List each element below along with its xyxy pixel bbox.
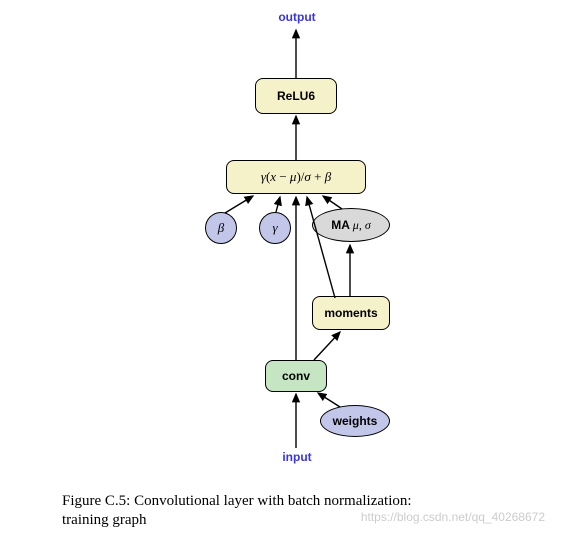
gamma-symbol: γ bbox=[272, 220, 277, 236]
relu6-node: ReLU6 bbox=[255, 78, 337, 114]
ma-text: MA μ, σ bbox=[331, 218, 371, 233]
moments-text: moments bbox=[324, 306, 377, 320]
bn-formula: γ(x − μ)/σ + β bbox=[261, 169, 331, 185]
batchnorm-formula-node: γ(x − μ)/σ + β bbox=[226, 160, 366, 194]
conv-node: conv bbox=[265, 360, 327, 392]
relu6-text: ReLU6 bbox=[277, 89, 315, 103]
input-label: input bbox=[272, 450, 322, 464]
weights-text: weights bbox=[333, 414, 378, 428]
watermark-text: https://blog.csdn.net/qq_40268672 bbox=[361, 510, 545, 524]
beta-param-node: β bbox=[205, 212, 237, 244]
moving-average-node: MA μ, σ bbox=[312, 208, 390, 242]
gamma-param-node: γ bbox=[259, 212, 291, 244]
output-label: output bbox=[272, 10, 322, 24]
conv-text: conv bbox=[282, 369, 310, 383]
weights-node: weights bbox=[320, 405, 390, 437]
beta-symbol: β bbox=[218, 220, 224, 236]
moments-node: moments bbox=[312, 296, 390, 330]
